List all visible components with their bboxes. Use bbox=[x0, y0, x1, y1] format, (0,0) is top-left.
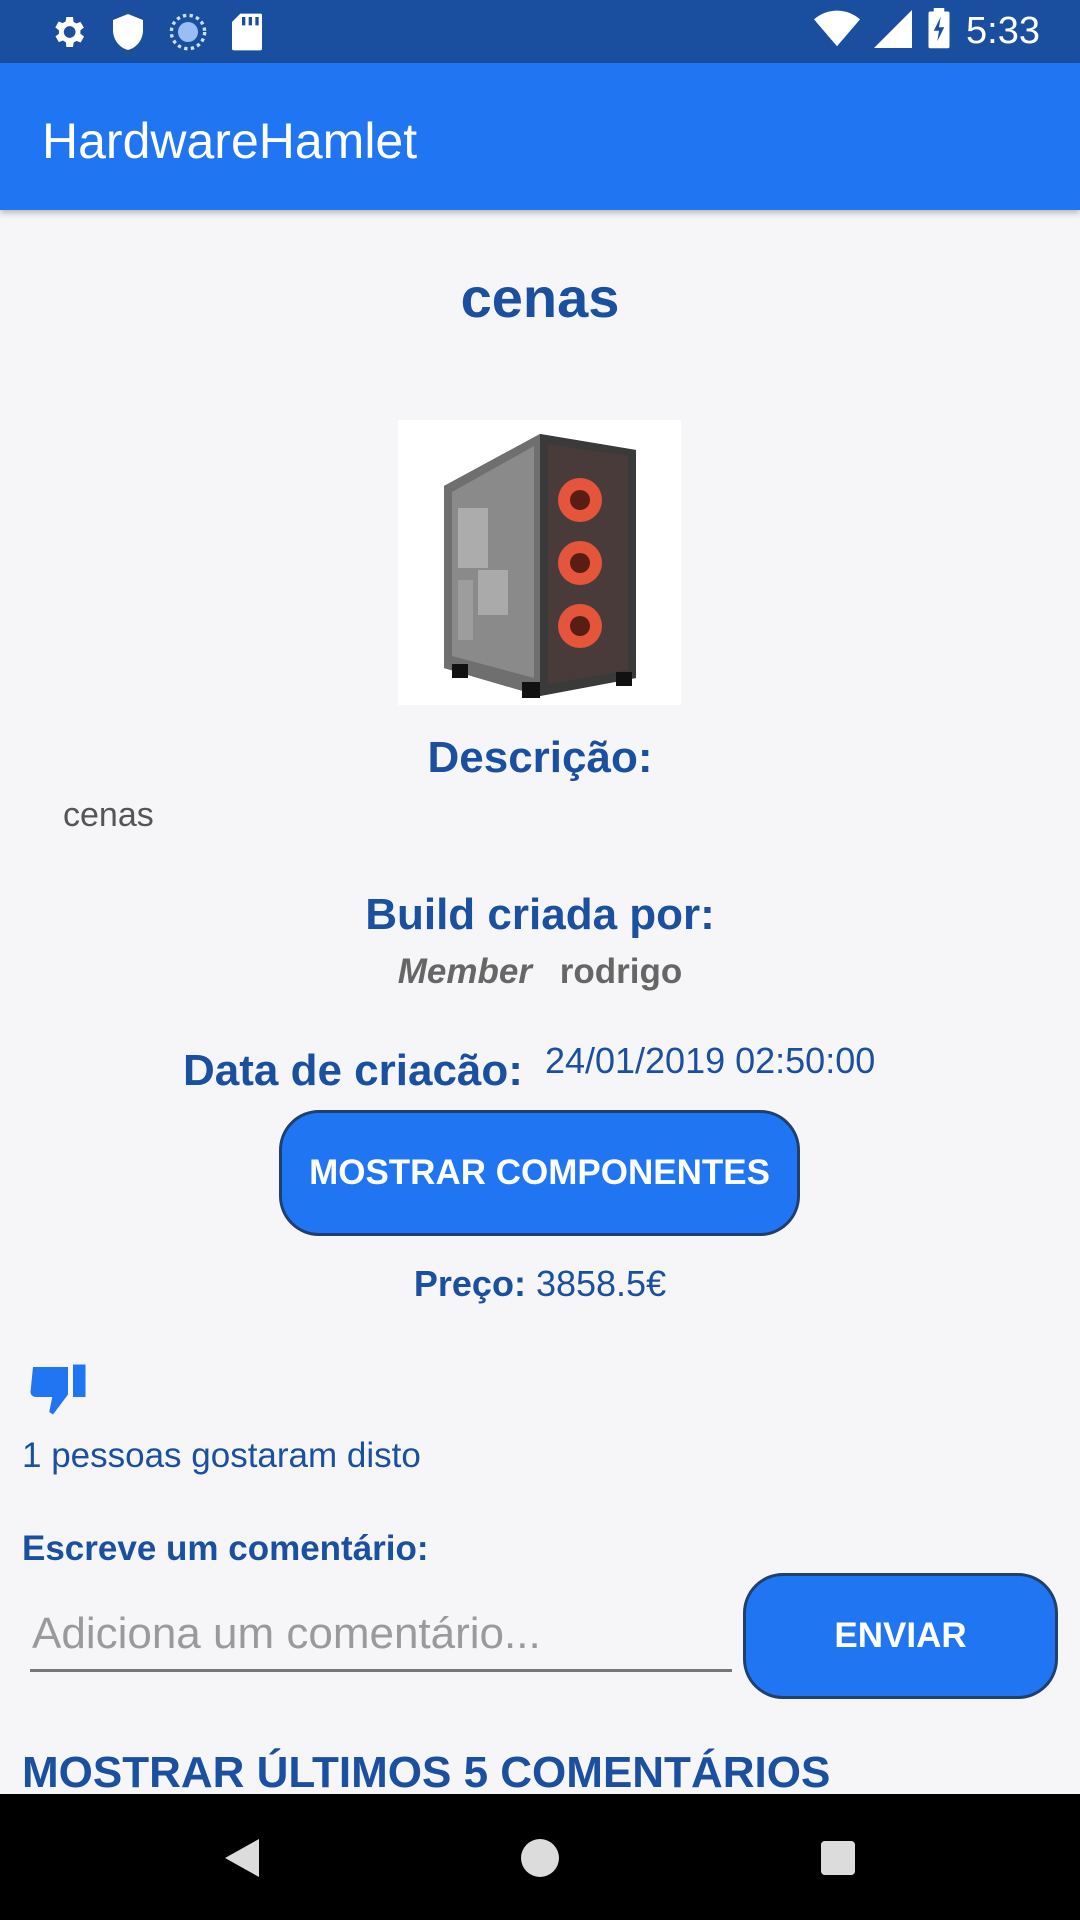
price-line: Preço: 3858.5€ bbox=[0, 1263, 1080, 1305]
author-role: Member bbox=[397, 952, 532, 991]
author-username: rodrigo bbox=[559, 952, 683, 991]
shield-icon bbox=[110, 12, 146, 57]
comment-input[interactable] bbox=[30, 1598, 732, 1672]
author-label: Build criada por: bbox=[365, 890, 715, 939]
signal-icon bbox=[874, 9, 913, 54]
build-title: cenas bbox=[460, 266, 620, 329]
screen: 5:33 HardwareHamlet cenas Descrição: cen… bbox=[0, 0, 1080, 1920]
recents-icon[interactable] bbox=[810, 1830, 866, 1886]
sd-card-icon bbox=[230, 12, 264, 57]
creation-date-label: Data de criacão: bbox=[183, 1046, 523, 1095]
creation-date-row: Data de criacão: 24/01/2019 02:50:00 bbox=[183, 1040, 875, 1096]
author-line: Member rodrigo bbox=[0, 952, 1080, 992]
price-value: 3858.5€ bbox=[535, 1263, 667, 1304]
wifi-icon bbox=[814, 9, 861, 54]
show-last-comments-link[interactable]: MOSTRAR ÚLTIMOS 5 COMENTÁRIOS bbox=[22, 1748, 830, 1798]
status-bar: 5:33 bbox=[0, 0, 1080, 63]
home-icon[interactable] bbox=[512, 1830, 568, 1886]
battery-charging-icon bbox=[926, 8, 952, 55]
comment-label: Escreve um comentário: bbox=[22, 1529, 429, 1568]
status-clock: 5:33 bbox=[966, 10, 1040, 52]
show-components-button[interactable]: MOSTRAR COMPONENTES bbox=[279, 1110, 800, 1236]
app-title: HardwareHamlet bbox=[42, 113, 418, 169]
settings-icon bbox=[48, 12, 88, 57]
sync-icon bbox=[168, 12, 208, 57]
likes-count-text: 1 pessoas gostaram disto bbox=[22, 1436, 421, 1475]
app-bar: HardwareHamlet bbox=[0, 63, 1080, 210]
creation-date-value: 24/01/2019 02:50:00 bbox=[544, 1040, 876, 1081]
price-label: Preço: bbox=[413, 1263, 526, 1304]
description-text: cenas bbox=[63, 796, 154, 834]
thumbs-down-icon[interactable] bbox=[28, 1362, 93, 1417]
navigation-bar bbox=[0, 1794, 1080, 1920]
pc-case-image bbox=[398, 420, 681, 705]
back-icon[interactable] bbox=[214, 1830, 270, 1886]
send-button[interactable]: ENVIAR bbox=[743, 1573, 1058, 1699]
description-label: Descrição: bbox=[427, 733, 653, 782]
